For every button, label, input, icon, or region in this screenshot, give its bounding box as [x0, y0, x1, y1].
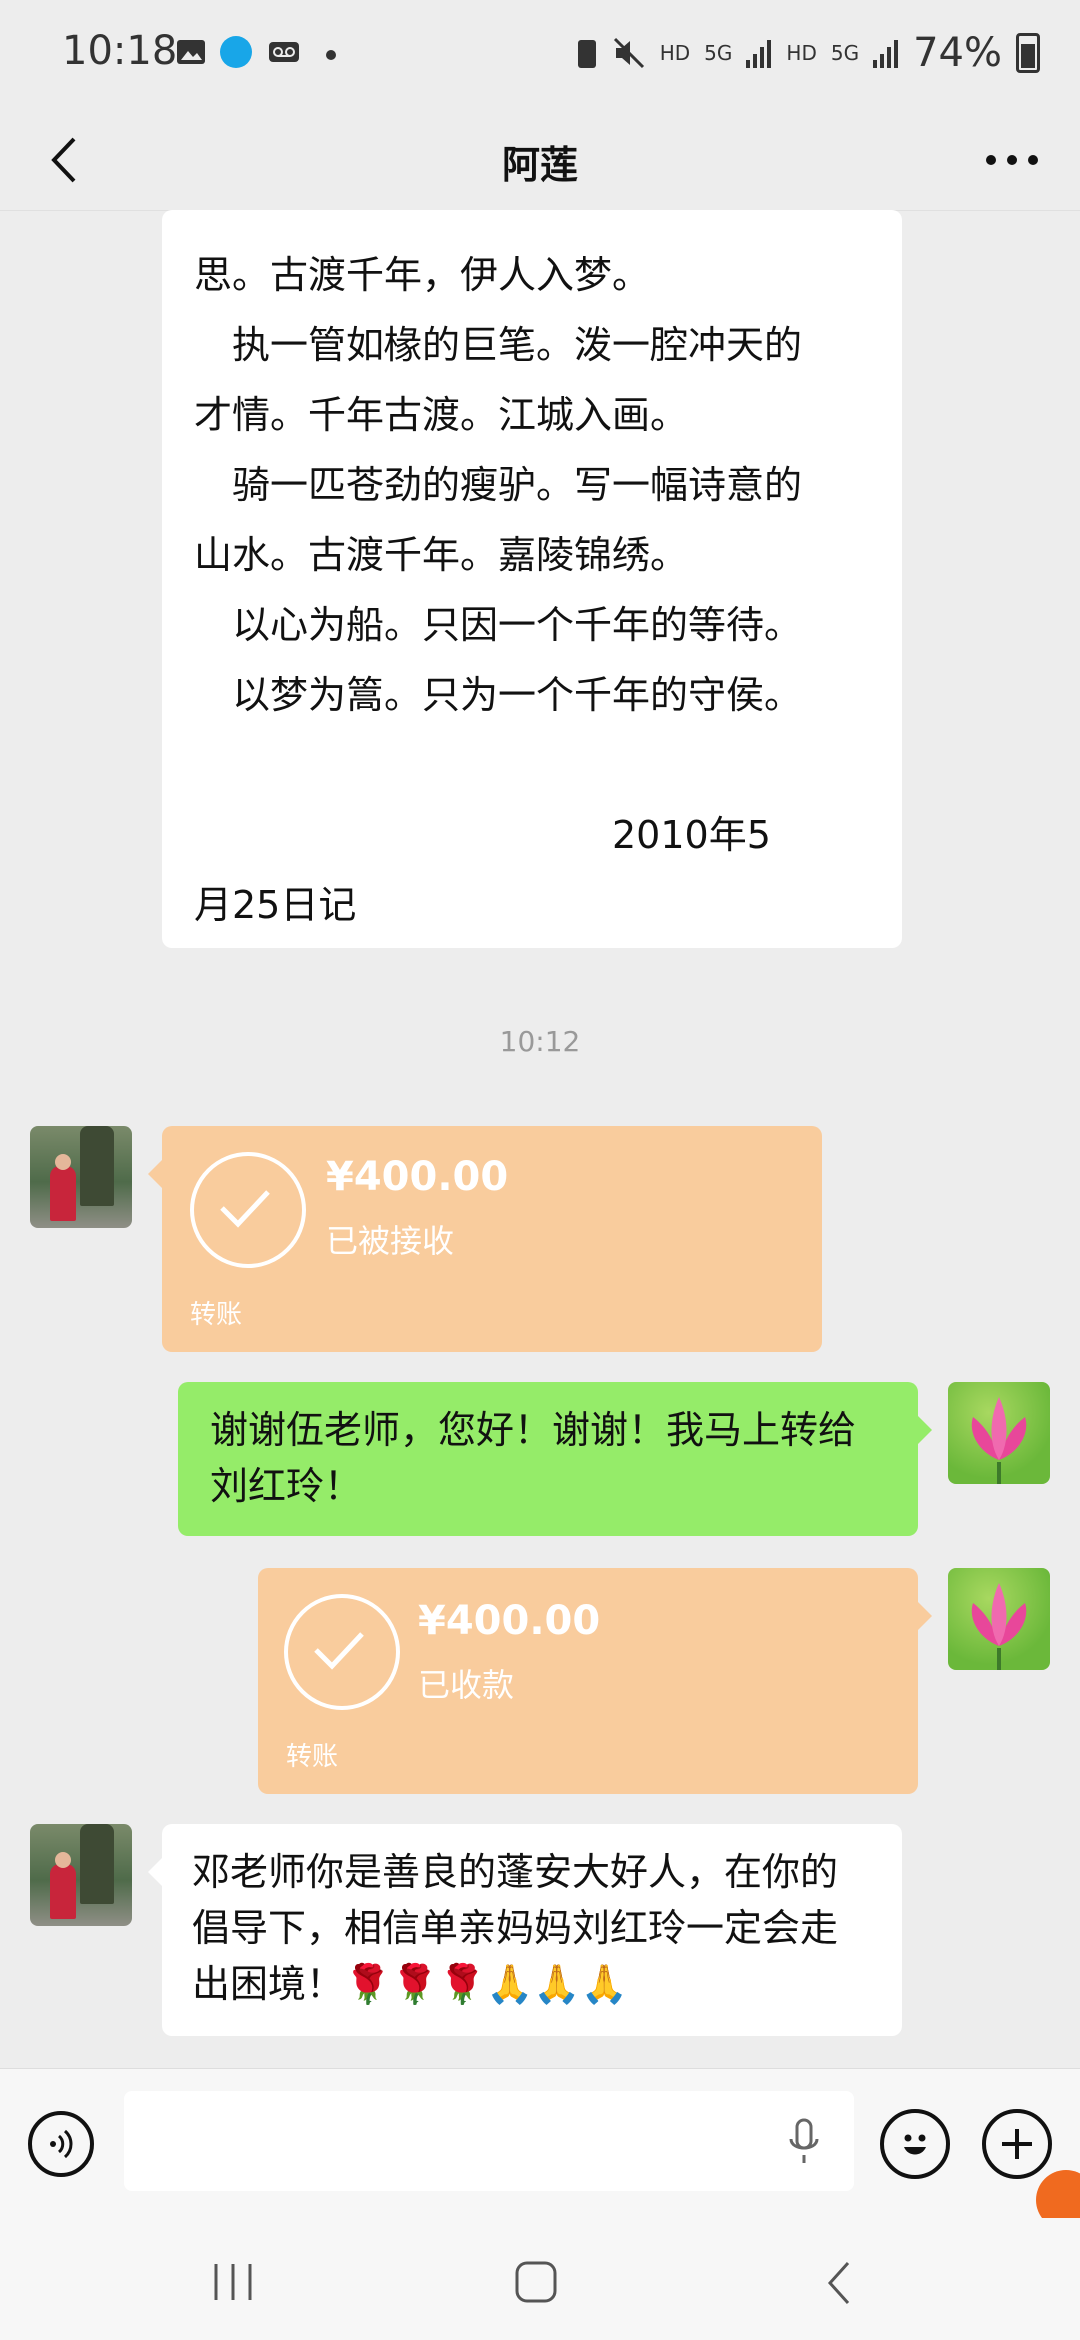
transfer-amount: ¥400.00 [418, 1598, 601, 1644]
transfer-status: 已收款 [418, 1666, 515, 1704]
poem-line: 才情。千年古渡。江城入画。 [194, 393, 689, 437]
signal-icon [746, 40, 772, 68]
sent-message-text: 谢谢伍老师，您好！谢谢！我马上转给刘红玲！ [210, 1408, 857, 1508]
poem-line: 2010年5 [194, 813, 771, 857]
status-bar: 10:18 HD 5G HD 5G 74% [0, 0, 1080, 110]
input-bar [0, 2068, 1080, 2219]
chat-timestamp: 10:12 [499, 1025, 581, 1058]
battery-saver-icon [577, 40, 596, 68]
voice-wave-icon [50, 2129, 73, 2159]
my-avatar[interactable] [948, 1382, 1050, 1484]
transfer-label: 转账 [190, 1300, 243, 1330]
message-input[interactable] [124, 2091, 854, 2191]
poem-line: 执一管如椽的巨笔。泼一腔冲天的 [194, 323, 803, 367]
chat-title: 阿莲 [501, 143, 578, 187]
transfer-label: 转账 [286, 1742, 339, 1772]
poem-line: 山水。古渡千年。嘉陵锦绣。 [194, 533, 689, 577]
poem-line: 以心为船。只因一个千年的等待。 [194, 603, 803, 647]
app-notification-icon [220, 36, 252, 68]
smiley-icon [904, 2134, 926, 2155]
avatar-tree [80, 1824, 114, 1904]
avatar-head [55, 1154, 71, 1170]
system-navigation-bar [0, 2218, 1080, 2340]
emoji-button[interactable] [880, 2109, 950, 2179]
received-message-text: 邓老师你是善良的蓬安大好人，在你的倡导下，相信单亲妈妈刘红玲一定会走出困境！🌹🌹… [192, 1850, 839, 2006]
status-right: HD 5G HD 5G 74% [576, 30, 1040, 76]
voice-mode-button[interactable] [28, 2111, 94, 2177]
recent-apps-icon[interactable] [212, 2262, 254, 2302]
poem-line: 骑一匹苍劲的瘦驴。写一幅诗意的 [194, 463, 803, 507]
avatar-head [55, 1852, 71, 1868]
received-message-bubble[interactable]: 邓老师你是善良的蓬安大好人，在你的倡导下，相信单亲妈妈刘红玲一定会走出困境！🌹🌹… [162, 1824, 902, 2036]
poem-line [194, 730, 880, 800]
poem-line: 月25日记 [194, 883, 357, 927]
status-time: 10:18 [62, 28, 178, 74]
network-5g-1: 5G [704, 41, 733, 65]
more-button[interactable] [972, 125, 1052, 195]
transfer-message-sent[interactable]: ¥400.00 已收款 转账 [258, 1568, 918, 1794]
sent-message-bubble[interactable]: 谢谢伍老师，您好！谢谢！我马上转给刘红玲！ [178, 1382, 918, 1536]
poem-line-clipped [194, 210, 880, 240]
more-functions-button[interactable] [982, 2109, 1052, 2179]
lotus-icon [971, 1583, 1027, 1670]
voicemail-icon [269, 42, 299, 62]
plus-icon [1002, 2129, 1032, 2159]
lotus-icon [971, 1397, 1027, 1484]
battery-icon [1016, 33, 1040, 73]
microphone-icon[interactable] [786, 2117, 822, 2167]
poem-line: 以梦为篙。只为一个千年的守侯。 [194, 673, 803, 717]
contact-avatar[interactable] [30, 1824, 132, 1926]
home-icon[interactable] [514, 2260, 558, 2304]
transfer-status: 已被接收 [326, 1222, 455, 1260]
poem-text: 思。古渡千年，伊人入梦。 执一管如椽的巨笔。泼一腔冲天的 才情。千年古渡。江城入… [194, 210, 880, 940]
network-hd-2: HD [786, 41, 817, 65]
avatar-tree [80, 1126, 114, 1206]
network-hd-1: HD [659, 41, 691, 65]
transfer-check-icon [190, 1152, 306, 1268]
avatar-person [50, 1864, 76, 1919]
bubble-tail [918, 1602, 932, 1630]
battery-percent: 74% [913, 30, 1002, 76]
poem-message-bubble[interactable]: 思。古渡千年，伊人入梦。 执一管如椽的巨笔。泼一腔冲天的 才情。千年古渡。江城入… [162, 210, 902, 948]
bubble-tail [918, 1416, 932, 1444]
more-notifications-dot [326, 50, 336, 60]
transfer-message-received[interactable]: ¥400.00 已被接收 转账 [162, 1126, 822, 1352]
contact-avatar[interactable] [30, 1126, 132, 1228]
more-dots-icon [986, 155, 1038, 165]
bubble-tail [148, 1160, 162, 1188]
chat-header: 阿莲 [0, 110, 1080, 211]
gallery-icon [177, 40, 205, 64]
mute-icon [613, 37, 644, 69]
transfer-check-icon [284, 1594, 400, 1710]
system-back-icon[interactable] [826, 2260, 852, 2306]
signal-icon-2 [873, 40, 899, 68]
my-avatar[interactable] [948, 1568, 1050, 1670]
avatar-person [50, 1166, 76, 1221]
bubble-tail [148, 1858, 162, 1886]
poem-line: 思。古渡千年，伊人入梦。 [194, 253, 651, 297]
network-5g-2: 5G [830, 41, 860, 65]
transfer-amount: ¥400.00 [326, 1154, 509, 1200]
